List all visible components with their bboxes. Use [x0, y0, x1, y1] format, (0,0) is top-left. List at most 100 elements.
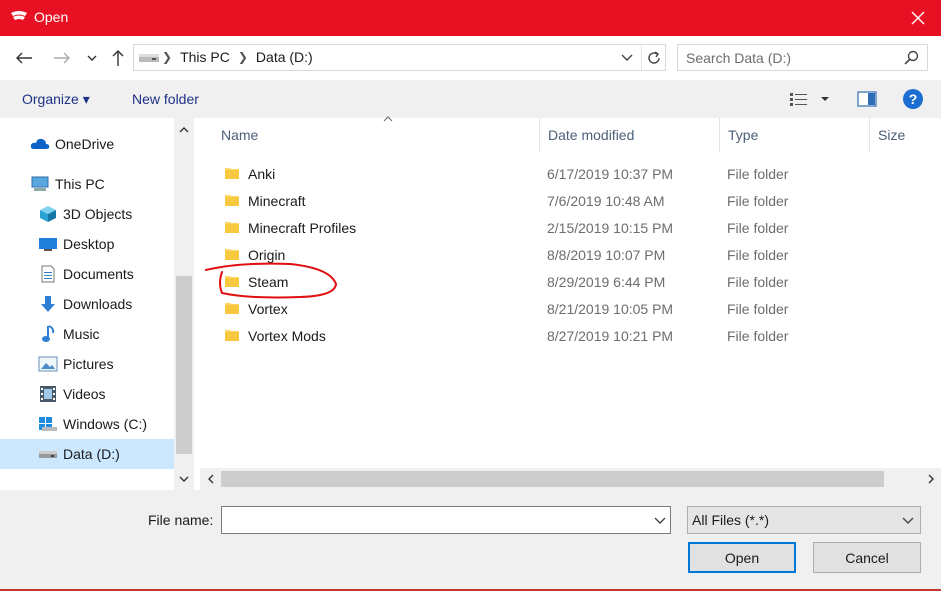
- cancel-button-label: Cancel: [845, 549, 889, 566]
- column-header-name[interactable]: Name: [213, 116, 540, 152]
- video-icon: [38, 384, 58, 404]
- forward-button[interactable]: [50, 46, 74, 70]
- chevron-right-icon: [928, 474, 934, 484]
- folder-icon: [225, 168, 239, 179]
- file-date: 8/29/2019 6:44 PM: [547, 274, 666, 290]
- file-type: File folder: [727, 247, 789, 263]
- picture-icon: [38, 354, 58, 374]
- chevron-right-icon[interactable]: ❯: [236, 50, 250, 64]
- sidebar-item-downloads[interactable]: Downloads: [0, 289, 174, 319]
- scroll-up-button[interactable]: [174, 118, 194, 140]
- preview-pane-button[interactable]: [857, 90, 877, 111]
- organize-button[interactable]: Organize ▾: [22, 91, 90, 108]
- sidebar-item-data-d[interactable]: Data (D:): [0, 439, 174, 469]
- search-box[interactable]: [677, 44, 928, 71]
- sidebar-item-this-pc[interactable]: This PC: [0, 169, 174, 199]
- back-button[interactable]: [12, 46, 36, 70]
- sidebar-item-videos[interactable]: Videos: [0, 379, 174, 409]
- file-row[interactable]: Minecraft 7/6/2019 10:48 AM File folder: [200, 188, 941, 215]
- file-name-label: File name:: [148, 512, 214, 528]
- command-toolbar: Organize ▾ New folder ?: [0, 80, 941, 118]
- close-button[interactable]: [895, 0, 941, 36]
- column-header-date[interactable]: Date modified: [540, 118, 720, 152]
- sidebar-item-onedrive[interactable]: OneDrive: [0, 129, 174, 159]
- sidebar-item-label: This PC: [55, 176, 105, 192]
- scroll-left-button[interactable]: [200, 468, 220, 490]
- scroll-right-button[interactable]: [921, 468, 941, 490]
- search-input[interactable]: [686, 49, 896, 67]
- sidebar-item-label: Videos: [63, 386, 106, 402]
- file-name: Steam: [248, 274, 289, 290]
- file-row[interactable]: Vortex 8/21/2019 10:05 PM File folder: [200, 296, 941, 323]
- file-name: Vortex: [248, 301, 288, 317]
- computer-icon: [30, 174, 50, 194]
- open-button[interactable]: Open: [688, 542, 796, 573]
- sidebar-item-label: Data (D:): [63, 446, 120, 462]
- file-type-filter[interactable]: All Files (*.*): [687, 506, 921, 534]
- help-button[interactable]: ?: [902, 88, 924, 113]
- file-row[interactable]: Minecraft Profiles 2/15/2019 10:15 PM Fi…: [200, 215, 941, 242]
- folder-icon: [225, 249, 239, 260]
- file-type: File folder: [727, 274, 789, 290]
- file-type: File folder: [727, 193, 789, 209]
- file-date: 8/27/2019 10:21 PM: [547, 328, 674, 344]
- scrollbar-thumb[interactable]: [176, 276, 192, 454]
- file-list: Name Date modified Type Size Anki 6/17/2…: [200, 116, 941, 468]
- address-bar[interactable]: ❯ This PC ❯ Data (D:): [133, 44, 666, 71]
- file-name: Origin: [248, 247, 286, 263]
- sidebar-item-pictures[interactable]: Pictures: [0, 349, 174, 379]
- file-type: File folder: [727, 166, 789, 182]
- chevron-right-icon: ❯: [162, 50, 173, 64]
- column-header-type[interactable]: Type: [720, 118, 870, 152]
- sidebar-item-label: 3D Objects: [63, 206, 133, 222]
- view-options-button[interactable]: [789, 92, 831, 109]
- breadcrumb-data-d[interactable]: Data (D:): [250, 49, 319, 65]
- folder-icon: [225, 303, 239, 314]
- sidebar-item-label: Music: [63, 326, 100, 342]
- search-icon[interactable]: [903, 50, 919, 66]
- sidebar-item-music[interactable]: Music: [0, 319, 174, 349]
- sidebar-item-3d-objects[interactable]: 3D Objects: [0, 199, 174, 229]
- help-icon: ?: [903, 89, 923, 109]
- sidebar-scrollbar[interactable]: [174, 118, 194, 490]
- up-button[interactable]: [106, 46, 130, 70]
- sidebar-item-label: Documents: [63, 266, 134, 282]
- chevron-down-icon: [621, 54, 633, 61]
- sidebar-item-windows-c[interactable]: Windows (C:): [0, 409, 174, 439]
- chevron-down-icon: [902, 517, 914, 524]
- chevron-down-icon[interactable]: [654, 513, 666, 527]
- refresh-icon: [647, 50, 660, 64]
- filter-value: All Files (*.*): [692, 512, 770, 528]
- address-dropdown-button[interactable]: [615, 45, 639, 70]
- file-row[interactable]: Steam 8/29/2019 6:44 PM File folder: [200, 269, 941, 296]
- horizontal-scrollbar[interactable]: [200, 468, 941, 490]
- arrow-right-icon: [54, 52, 70, 64]
- file-row[interactable]: Origin 8/8/2019 10:07 PM File folder: [200, 242, 941, 269]
- music-icon: [38, 324, 58, 344]
- cancel-button[interactable]: Cancel: [813, 542, 921, 573]
- file-name-field[interactable]: [221, 506, 671, 534]
- sidebar-item-documents[interactable]: Documents: [0, 259, 174, 289]
- cloud-icon: [30, 134, 50, 154]
- chevron-left-icon: [207, 474, 213, 484]
- sidebar-item-label: Desktop: [63, 236, 115, 252]
- refresh-button[interactable]: [641, 45, 665, 70]
- sidebar-item-desktop[interactable]: Desktop: [0, 229, 174, 259]
- file-date: 2/15/2019 10:15 PM: [547, 220, 674, 236]
- new-folder-button[interactable]: New folder: [132, 91, 199, 107]
- document-icon: [38, 264, 58, 284]
- recent-locations-button[interactable]: [82, 46, 102, 70]
- file-date: 8/8/2019 10:07 PM: [547, 247, 666, 263]
- navigation-pane: OneDrive This PC 3D Objects Desktop Docu…: [0, 118, 194, 490]
- breadcrumb: ❯ This PC ❯ Data (D:): [138, 49, 319, 65]
- breadcrumb-this-pc[interactable]: This PC: [174, 49, 236, 65]
- scroll-down-button[interactable]: [174, 468, 194, 490]
- file-row[interactable]: Vortex Mods 8/27/2019 10:21 PM File fold…: [200, 323, 941, 350]
- drive-icon: [38, 444, 58, 464]
- scrollbar-thumb[interactable]: [221, 471, 884, 487]
- file-name: Minecraft Profiles: [248, 220, 357, 236]
- file-row[interactable]: Anki 6/17/2019 10:37 PM File folder: [200, 161, 941, 188]
- column-header-size[interactable]: Size: [870, 118, 941, 152]
- sidebar-item-label: Downloads: [63, 296, 133, 312]
- file-name: Anki: [248, 166, 276, 182]
